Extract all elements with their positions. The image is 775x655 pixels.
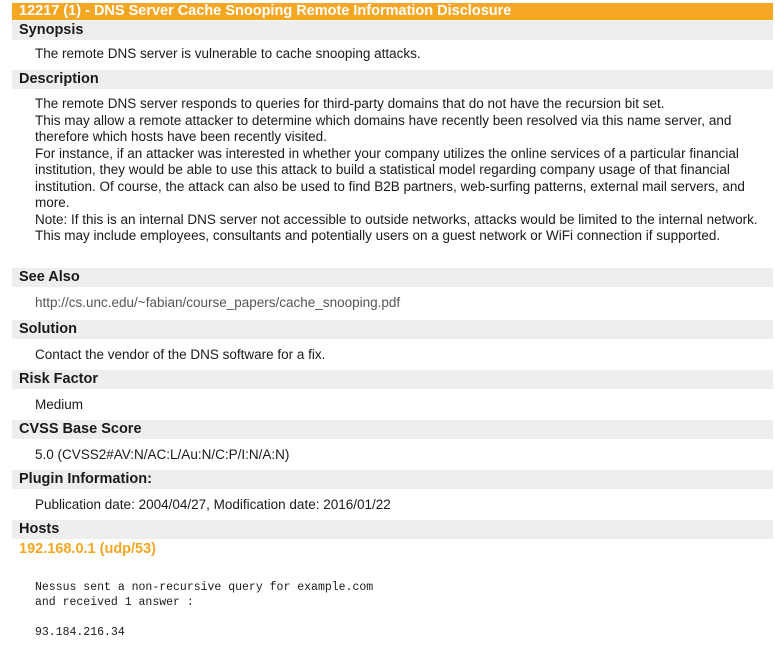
description-paragraph: The remote DNS server responds to querie… <box>35 96 665 111</box>
solution-text: Contact the vendor of the DNS software f… <box>35 347 326 362</box>
plugin-output-line: Nessus sent a non-recursive query for ex… <box>35 581 374 594</box>
plugin-info-heading: Plugin Information: <box>12 470 773 489</box>
see-also-link[interactable]: http://cs.unc.edu/~fabian/course_papers/… <box>35 295 760 312</box>
cvss-text: 5.0 (CVSS2#AV:N/AC:L/Au:N/C:P/I:N/A:N) <box>35 447 290 462</box>
host-address: 192.168.0.1 (udp/53) <box>19 541 157 557</box>
synopsis-heading: Synopsis <box>12 21 773 40</box>
plugin-info-text: Publication date: 2004/04/27, Modificati… <box>35 497 391 512</box>
plugin-output-line: 93.184.216.34 <box>35 626 125 639</box>
risk-factor-heading: Risk Factor <box>12 370 773 389</box>
solution-heading: Solution <box>12 320 773 339</box>
risk-factor-text: Medium <box>35 397 84 412</box>
description-body: The remote DNS server responds to querie… <box>35 96 760 245</box>
plugin-output-line: and received 1 answer : <box>35 596 194 609</box>
description-paragraph: For instance, if an attacker was interes… <box>35 145 745 211</box>
description-heading: Description <box>12 70 773 89</box>
see-also-heading: See Also <box>12 268 773 287</box>
cvss-heading: CVSS Base Score <box>12 420 773 439</box>
plugin-title: 12217 (1) - DNS Server Cache Snooping Re… <box>12 3 773 20</box>
synopsis-text: The remote DNS server is vulnerable to c… <box>35 46 421 61</box>
description-paragraph: This may allow a remote attacker to dete… <box>35 112 732 145</box>
description-paragraph: Note: If this is an internal DNS server … <box>35 211 758 244</box>
hosts-heading: Hosts <box>12 520 773 539</box>
